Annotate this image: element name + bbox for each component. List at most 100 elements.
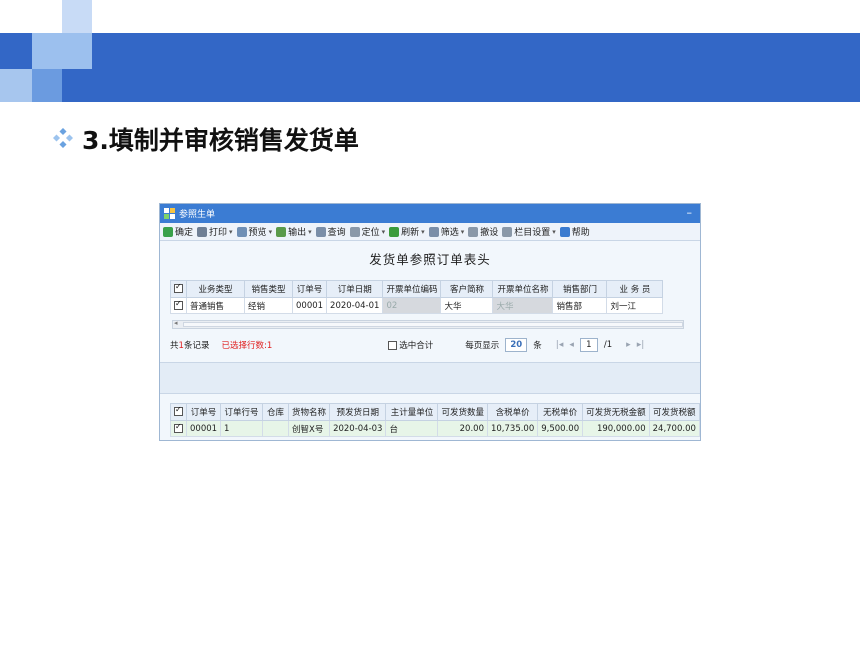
detail-column-header[interactable]: 可发货数量 xyxy=(437,403,488,421)
header-column-header[interactable]: 业 务 员 xyxy=(606,280,664,298)
table-cell[interactable]: 02 xyxy=(382,297,442,314)
toolbar-button-8[interactable]: 撤设 xyxy=(468,225,498,238)
header-column-header[interactable]: 客户简称 xyxy=(440,280,494,298)
dropdown-caret-icon[interactable]: ▾ xyxy=(552,228,556,236)
header-column-header[interactable]: 订单号 xyxy=(291,280,328,298)
check-icon xyxy=(163,226,173,237)
header-column-header[interactable]: 开票单位名称 xyxy=(492,280,554,298)
table-cell[interactable]: 创智X号 xyxy=(288,420,331,437)
table-cell[interactable]: 20.00 xyxy=(437,420,488,437)
form-title: 发货单参照订单表头 xyxy=(369,252,491,267)
table-cell[interactable]: 2020-04-01 xyxy=(326,297,384,314)
toolbar-button-label: 预览 xyxy=(248,228,267,238)
table-cell[interactable]: 刘一江 xyxy=(606,297,664,314)
dropdown-caret-icon[interactable]: ▾ xyxy=(421,228,425,236)
export-icon xyxy=(276,226,287,237)
toolbar-button-5[interactable]: 定位 ▾ xyxy=(349,225,386,238)
toolbar-button-4[interactable]: 查询 xyxy=(315,225,346,238)
dropdown-caret-icon[interactable]: ▾ xyxy=(229,228,233,236)
table-row[interactable]: 000011 创智X号2020-04-03台20.0010,735.009,500… xyxy=(170,420,700,437)
header-column-header[interactable]: 业务类型 xyxy=(186,280,245,298)
header-column-header[interactable]: 订单日期 xyxy=(326,280,384,298)
record-count: 共1条记录 xyxy=(170,341,210,351)
toolbar-button-label: 查询 xyxy=(327,228,346,238)
app-icon xyxy=(164,208,175,219)
per-page-input[interactable]: 20 xyxy=(505,338,528,352)
query-icon xyxy=(315,226,326,237)
toolbar-button-6[interactable]: 刷新 ▾ xyxy=(389,225,425,238)
printer-icon xyxy=(197,226,208,237)
decor-square xyxy=(62,0,92,33)
horizontal-scrollbar[interactable]: ◂ xyxy=(172,319,684,329)
preview-icon xyxy=(236,226,247,237)
toolbar-button-label: 撤设 xyxy=(480,228,499,238)
toolbar-button-1[interactable]: 打印 ▾ xyxy=(197,225,233,238)
minimize-icon[interactable]: – xyxy=(687,206,693,219)
table-cell[interactable]: 10,735.00 xyxy=(486,420,539,437)
detail-column-header[interactable] xyxy=(170,403,187,421)
table-cell[interactable]: 190,000.00 xyxy=(582,420,650,437)
filter-icon xyxy=(428,226,439,237)
table-cell[interactable]: 2020-04-03 xyxy=(329,420,387,437)
table-cell[interactable]: 9,500.00 xyxy=(537,420,584,437)
dropdown-caret-icon[interactable]: ▾ xyxy=(382,228,386,236)
table-cell[interactable]: 经销 xyxy=(244,297,293,314)
per-page-label: 每页显示 xyxy=(465,341,500,351)
table-row[interactable]: 普通销售经销000012020-04-0102大华大华销售部刘一江 xyxy=(170,297,664,314)
selected-total-checkbox[interactable] xyxy=(388,340,398,350)
detail-column-header[interactable]: 仓库 xyxy=(262,403,290,421)
selected-total-toggle[interactable]: 选中合计 xyxy=(388,339,433,351)
table-cell[interactable]: 00001 xyxy=(291,297,328,314)
dropdown-caret-icon[interactable]: ▾ xyxy=(308,228,312,236)
detail-column-header[interactable]: 货物名称 xyxy=(288,403,331,421)
select-all-checkbox[interactable] xyxy=(174,405,183,416)
detail-column-header[interactable]: 预发货日期 xyxy=(329,403,387,421)
table-cell[interactable]: 普通销售 xyxy=(186,297,245,314)
dropdown-caret-icon[interactable]: ▾ xyxy=(461,228,465,236)
row-select-checkbox[interactable] xyxy=(174,422,183,433)
select-all-checkbox[interactable] xyxy=(174,282,183,293)
detail-column-header[interactable]: 主计量单位 xyxy=(385,403,439,421)
detail-column-header[interactable]: 含税单价 xyxy=(486,403,539,421)
toolbar-button-0[interactable]: 确定 xyxy=(163,225,193,238)
detail-column-header[interactable]: 可发货税额 xyxy=(648,403,700,421)
table-cell[interactable]: 销售部 xyxy=(552,297,608,314)
header-column-header[interactable]: 销售类型 xyxy=(244,280,293,298)
row-select-checkbox[interactable] xyxy=(174,299,183,310)
table-cell[interactable]: 大华 xyxy=(492,297,554,314)
table-cell[interactable]: 00001 xyxy=(185,420,222,437)
header-column-header[interactable]: 销售部门 xyxy=(552,280,608,298)
page-number-input[interactable]: 1 xyxy=(579,338,598,352)
reference-window: 参照生单 – 确定 打印 ▾ 预览 ▾ 输出 ▾ 查询 定位 ▾ 刷新 ▾ 筛选 ▾ 撤设 栏目设置 ▾ 帮助 发… xyxy=(159,203,701,441)
toolbar-button-label: 定位 xyxy=(361,228,380,238)
toolbar-button-10[interactable]: 帮助 xyxy=(559,225,590,238)
table-cell[interactable] xyxy=(170,297,187,314)
header-table: 业务类型销售类型订单号订单日期开票单位编码客户简称开票单位名称销售部门业 务 员… xyxy=(170,280,664,314)
toolbar-button-2[interactable]: 预览 ▾ xyxy=(236,225,273,238)
dropdown-caret-icon[interactable]: ▾ xyxy=(269,228,273,236)
detail-column-header[interactable]: 订单行号 xyxy=(220,403,264,421)
last-page-icon[interactable]: ▸| xyxy=(637,340,645,350)
toolbar: 确定 打印 ▾ 预览 ▾ 输出 ▾ 查询 定位 ▾ 刷新 ▾ 筛选 ▾ 撤设 栏目设置 ▾ 帮助 xyxy=(160,223,700,241)
toolbar-button-3[interactable]: 输出 ▾ xyxy=(276,225,312,238)
toolbar-button-7[interactable]: 筛选 ▾ xyxy=(428,225,465,238)
scrollbar-thumb[interactable] xyxy=(183,322,683,327)
table-cell[interactable] xyxy=(170,420,187,437)
detail-column-header[interactable]: 订单号 xyxy=(185,403,222,421)
prev-page-icon[interactable]: ◂ xyxy=(569,340,574,350)
toolbar-button-label: 确定 xyxy=(175,228,194,238)
detail-column-header[interactable]: 无税单价 xyxy=(537,403,584,421)
table-cell[interactable]: 24,700.00 xyxy=(648,420,700,437)
table-cell[interactable]: 台 xyxy=(385,420,439,437)
header-column-header[interactable] xyxy=(170,280,187,298)
scroll-left-icon[interactable]: ◂ xyxy=(174,319,178,327)
first-page-icon[interactable]: |◂ xyxy=(556,340,564,350)
table-cell[interactable]: 1 xyxy=(220,420,264,437)
next-page-icon[interactable]: ▸ xyxy=(626,340,631,350)
table-cell[interactable]: 大华 xyxy=(440,297,494,314)
toolbar-button-9[interactable]: 栏目设置 ▾ xyxy=(502,225,556,238)
detail-column-header[interactable]: 可发货无税金额 xyxy=(582,403,650,421)
header-table-container: 业务类型销售类型订单号订单日期开票单位编码客户简称开票单位名称销售部门业 务 员… xyxy=(170,280,694,314)
header-column-header[interactable]: 开票单位编码 xyxy=(382,280,442,298)
table-cell[interactable] xyxy=(262,420,290,437)
